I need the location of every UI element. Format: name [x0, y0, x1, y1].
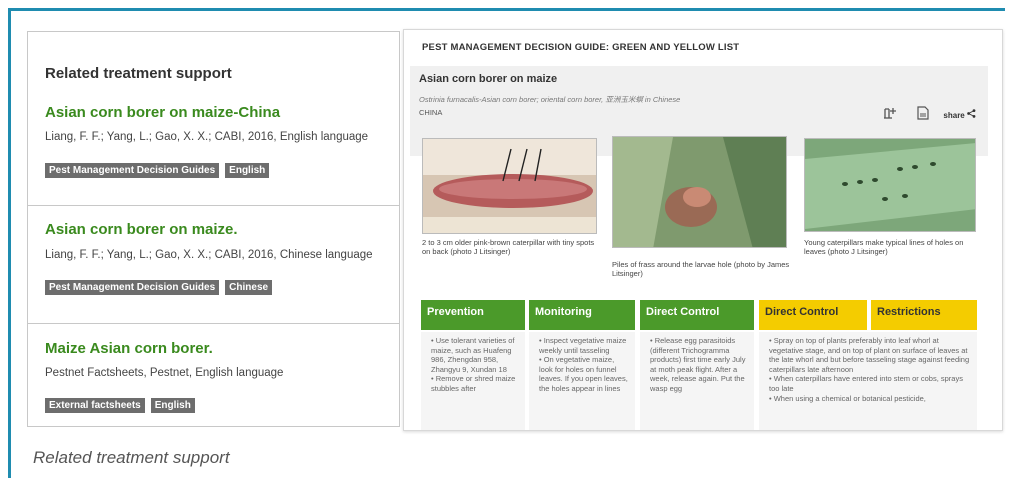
direct-control-yellow-list: • Spray on top of plants preferably into…	[759, 332, 977, 430]
direct-control-green-header: Direct Control	[640, 300, 754, 330]
entry-meta: Liang, F. F.; Yang, L.; Gao, X. X.; CABI…	[45, 131, 369, 143]
list-item: • On vegetative maize, look for holes on…	[539, 355, 628, 393]
entry-title-link[interactable]: Maize Asian corn borer.	[45, 340, 213, 357]
list-item: • Inspect vegetative maize weekly until …	[539, 336, 627, 355]
entry-divider	[28, 205, 399, 206]
entry-tags: External factsheets English	[45, 398, 195, 413]
entry-tags: Pest Management Decision Guides English	[45, 163, 270, 178]
caterpillar-photo	[422, 138, 597, 234]
restrictions-header: Restrictions	[871, 300, 977, 330]
add-to-list-icon[interactable]	[883, 106, 903, 123]
photo-caption: 2 to 3 cm older pink-brown caterpillar w…	[422, 238, 595, 257]
related-treatment-panel: Related treatment support Asian corn bor…	[27, 31, 400, 427]
tag-badge[interactable]: External factsheets	[45, 398, 145, 413]
guide-scientific-name: Ostrinia furnacalis-Asian corn borer; or…	[419, 95, 681, 104]
list-item: • Release egg parasitoids (different Tri…	[650, 336, 746, 393]
decision-guide-preview[interactable]: PEST MANAGEMENT DECISION GUIDE: GREEN AN…	[403, 29, 1003, 431]
list-item: • Remove or shred maize stubbles after	[431, 374, 516, 393]
direct-control-yellow-header: Direct Control	[759, 300, 867, 330]
tag-badge[interactable]: English	[150, 398, 195, 413]
prevention-header: Prevention	[421, 300, 525, 330]
list-item: • Use tolerant varieties of maize, such …	[431, 336, 515, 374]
list-item: • Spray on top of plants preferably into…	[769, 336, 970, 374]
share-label: share	[943, 111, 965, 120]
entry-meta: Liang, F. F.; Yang, L.; Gao, X. X.; CABI…	[45, 249, 373, 261]
document-icon[interactable]	[917, 106, 930, 123]
guide-header: PEST MANAGEMENT DECISION GUIDE: GREEN AN…	[422, 42, 740, 53]
entry-meta: Pestnet Factsheets, Pestnet, English lan…	[45, 367, 284, 379]
list-item: • When using a chemical or botanical pes…	[769, 393, 926, 403]
list-item: • When caterpillars have entered into st…	[769, 374, 963, 393]
prevention-list: • Use tolerant varieties of maize, such …	[421, 332, 525, 430]
guide-actions: share	[883, 106, 976, 123]
tag-badge[interactable]: Pest Management Decision Guides	[45, 280, 220, 295]
direct-control-green-list: • Release egg parasitoids (different Tri…	[640, 332, 754, 430]
tag-badge[interactable]: Chinese	[225, 280, 273, 295]
monitoring-list: • Inspect vegetative maize weekly until …	[529, 332, 635, 430]
frass-photo	[612, 136, 787, 248]
tag-badge[interactable]: English	[225, 163, 270, 178]
photo-caption: Young caterpillars make typical lines of…	[804, 238, 964, 257]
leaf-holes-photo	[804, 138, 976, 232]
tag-badge[interactable]: Pest Management Decision Guides	[45, 163, 220, 178]
monitoring-header: Monitoring	[529, 300, 635, 330]
entry-title-link[interactable]: Asian corn borer on maize-China	[45, 104, 280, 121]
related-heading: Related treatment support	[45, 65, 232, 82]
share-button[interactable]: share	[943, 109, 976, 120]
entry-title-link[interactable]: Asian corn borer on maize.	[45, 221, 238, 238]
photo-caption: Piles of frass around the larvae hole (p…	[612, 260, 790, 279]
entry-tags: Pest Management Decision Guides Chinese	[45, 280, 273, 295]
guide-country: CHINA	[419, 108, 443, 117]
figure-caption: Related treatment support	[33, 448, 230, 467]
share-icon	[967, 109, 976, 118]
entry-divider	[28, 323, 399, 324]
guide-subtitle: Asian corn borer on maize	[419, 73, 558, 85]
